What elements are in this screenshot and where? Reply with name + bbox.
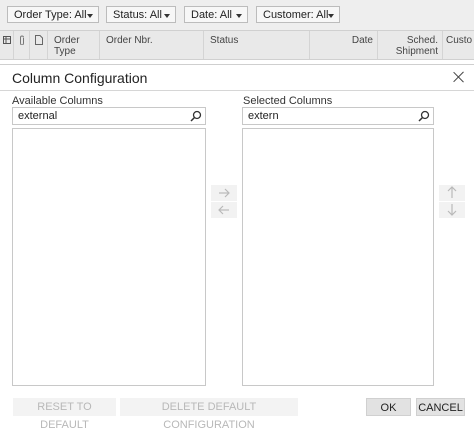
- order-type-header-line1: Order: [54, 35, 80, 46]
- arrow-left-icon: [218, 205, 229, 215]
- move-left-button[interactable]: [211, 202, 237, 218]
- arrow-down-icon: [447, 204, 457, 216]
- search-icon[interactable]: [190, 110, 202, 122]
- selected-columns-search-input[interactable]: [243, 108, 433, 124]
- dialog-title: Column Configuration: [12, 70, 148, 86]
- chevron-down-icon: [236, 14, 242, 18]
- status-filter[interactable]: Status: All: [106, 6, 176, 23]
- move-down-button[interactable]: [439, 202, 465, 218]
- paperclip-icon: [20, 35, 24, 45]
- order-type-filter[interactable]: Order Type: All: [7, 6, 99, 23]
- arrow-right-icon: [219, 188, 230, 198]
- available-columns-search-input[interactable]: [13, 108, 205, 124]
- column-config-header-cell[interactable]: [0, 31, 14, 59]
- date-header-label: Date: [351, 35, 373, 46]
- date-filter-label: Date: All: [191, 9, 232, 21]
- sched-header-line2: Shipment: [395, 46, 438, 57]
- date-filter[interactable]: Date: All: [184, 6, 248, 23]
- column-config-icon[interactable]: [3, 36, 11, 46]
- attachment-header-cell: [14, 31, 30, 59]
- available-columns-search: [12, 107, 206, 125]
- customer-header-label: Custo: [446, 35, 473, 46]
- selected-columns-label: Selected Columns: [243, 95, 333, 107]
- grid-header: Order Type Order Nbr. Status Date Sched.…: [0, 30, 474, 60]
- available-columns-list[interactable]: [12, 128, 206, 386]
- move-up-button[interactable]: [439, 185, 465, 201]
- order-type-filter-label: Order Type: All: [14, 9, 87, 21]
- customer-column-header[interactable]: Custo: [443, 31, 474, 59]
- customer-filter[interactable]: Customer: All: [256, 6, 340, 23]
- reset-to-default-button[interactable]: RESET TO DEFAULT: [13, 398, 116, 431]
- order-type-header-line2: Type: [54, 46, 76, 57]
- column-configuration-dialog: Column Configuration Available Columns S…: [0, 64, 474, 431]
- order-type-column-header[interactable]: Order Type: [48, 31, 100, 59]
- chevron-down-icon: [87, 14, 93, 18]
- date-column-header[interactable]: Date: [310, 31, 378, 59]
- notes-header-cell: [30, 31, 48, 59]
- sched-header-line1: Sched.: [406, 35, 438, 46]
- dialog-divider: [0, 90, 474, 91]
- available-columns-label: Available Columns: [12, 95, 103, 107]
- customer-filter-label: Customer: All: [263, 9, 329, 21]
- status-header-label: Status: [210, 35, 239, 46]
- order-nbr-column-header[interactable]: Order Nbr.: [100, 31, 204, 59]
- close-icon[interactable]: [453, 71, 465, 83]
- search-icon[interactable]: [418, 110, 430, 122]
- delete-default-configuration-button[interactable]: DELETE DEFAULT CONFIGURATION: [120, 398, 298, 431]
- status-filter-label: Status: All: [113, 9, 162, 21]
- arrow-up-icon: [447, 186, 457, 198]
- order-nbr-header-label: Order Nbr.: [106, 35, 153, 46]
- selected-columns-search: [242, 107, 434, 125]
- chevron-down-icon: [164, 14, 170, 18]
- move-right-button[interactable]: [211, 185, 237, 201]
- ok-button[interactable]: OK: [366, 398, 411, 416]
- sched-shipment-column-header[interactable]: Sched. Shipment: [378, 31, 443, 59]
- cancel-button[interactable]: CANCEL: [416, 398, 465, 416]
- document-icon: [35, 35, 43, 45]
- status-column-header[interactable]: Status: [204, 31, 310, 59]
- filter-bar: Order Type: All Status: All Date: All Cu…: [0, 0, 474, 30]
- selected-columns-list[interactable]: [242, 128, 434, 386]
- chevron-down-icon: [328, 14, 334, 18]
